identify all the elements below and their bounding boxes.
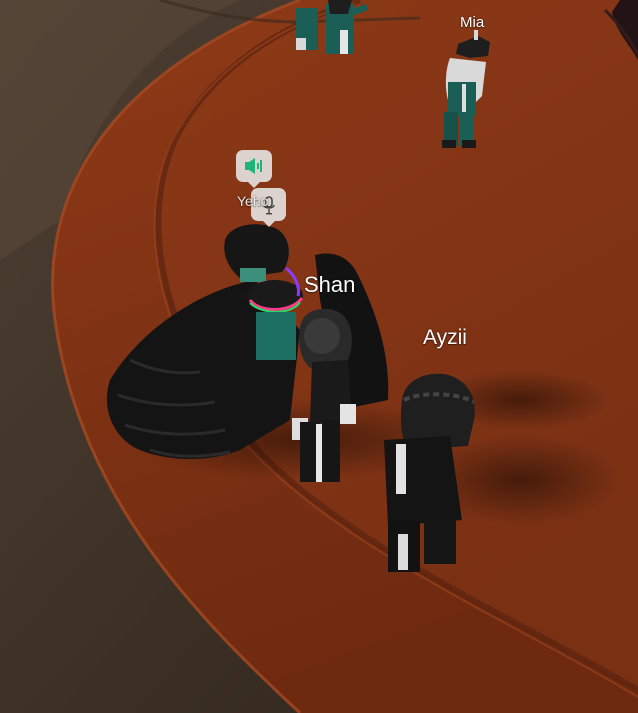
player-nametag-shan: Shan xyxy=(304,272,356,297)
player-nametag-yeho: Yeho xyxy=(237,193,269,209)
voice-speaker-bubble[interactable] xyxy=(236,150,272,188)
speaker-volume-icon xyxy=(245,158,262,174)
game-viewport[interactable]: Mia Yeho Shan Ayzii xyxy=(0,0,638,713)
player-nametag-mia: Mia xyxy=(460,14,485,31)
world-scene xyxy=(0,0,638,713)
player-nametag-ayzii: Ayzii xyxy=(423,326,467,349)
